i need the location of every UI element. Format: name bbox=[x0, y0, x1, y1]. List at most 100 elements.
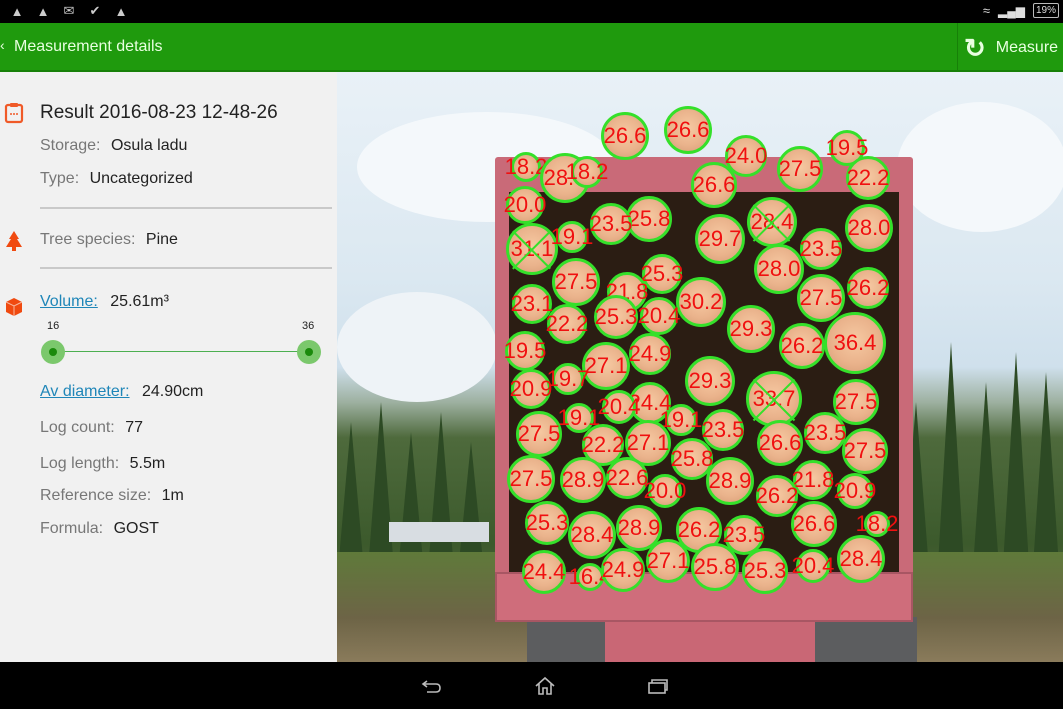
log-marker[interactable]: 26.6 bbox=[691, 162, 737, 208]
log-marker[interactable]: 23.5 bbox=[590, 203, 632, 245]
log-marker[interactable]: 25.8 bbox=[691, 543, 739, 591]
log-marker[interactable]: 26.6 bbox=[601, 112, 649, 160]
cleaner-icon: ▲ bbox=[36, 3, 50, 19]
log-marker[interactable]: 26.2 bbox=[756, 475, 798, 517]
home-button[interactable] bbox=[530, 674, 560, 698]
log-marker[interactable]: 28.0 bbox=[754, 244, 804, 294]
log-diameter-label: 20.4 bbox=[637, 303, 681, 328]
log-marker[interactable]: 20.0 bbox=[644, 474, 686, 508]
log-marker[interactable]: 25.3 bbox=[594, 295, 638, 339]
volume-value: 25.61m³ bbox=[110, 293, 169, 310]
log-marker[interactable]: 16.4 bbox=[569, 563, 611, 591]
log-marker[interactable]: 28.9 bbox=[560, 457, 606, 503]
log-marker[interactable]: 26.6 bbox=[791, 501, 837, 547]
log-diameter-label: 19.1 bbox=[659, 407, 703, 432]
log-marker[interactable]: 28.0 bbox=[845, 204, 893, 252]
log-diameter-label: 28.9 bbox=[708, 468, 752, 493]
log-marker[interactable]: 26.6 bbox=[757, 420, 803, 466]
formula-label: Formula: bbox=[40, 520, 104, 537]
log-marker[interactable]: 18.2 bbox=[566, 156, 608, 188]
log-marker[interactable]: 24.9 bbox=[629, 333, 671, 375]
log-diameter-label: 28.0 bbox=[757, 256, 801, 281]
log-marker[interactable]: 27.5 bbox=[777, 146, 823, 192]
log-marker[interactable]: 29.7 bbox=[695, 214, 745, 264]
formula-row: Formula: GOST bbox=[40, 520, 159, 538]
log-marker[interactable]: 23.5 bbox=[702, 409, 744, 451]
log-marker[interactable]: 24.9 bbox=[601, 548, 645, 592]
app-bar: ‹ Measurement details ↻ Measure bbox=[0, 23, 1063, 72]
log-marker[interactable]: 25.8 bbox=[626, 196, 672, 242]
storage-label: Storage: bbox=[40, 137, 101, 154]
log-marker[interactable]: 27.5 bbox=[552, 258, 600, 306]
log-diameter-label: 28.0 bbox=[847, 215, 891, 240]
log-marker[interactable]: 27.5 bbox=[842, 428, 888, 474]
log-marker[interactable]: 18.2 bbox=[505, 152, 547, 182]
log-diameter-label: 27.5 bbox=[778, 156, 822, 181]
log-diameter-label: 27.5 bbox=[509, 466, 553, 491]
log-marker[interactable]: 19.1 bbox=[660, 404, 702, 436]
back-arrow-icon[interactable]: ‹ bbox=[0, 37, 5, 53]
log-marker[interactable]: 25.3 bbox=[742, 548, 788, 594]
log-marker[interactable]: 26.2 bbox=[847, 267, 889, 309]
log-marker[interactable]: 20.0 bbox=[503, 186, 547, 224]
log-marker[interactable]: 27.5 bbox=[797, 274, 845, 322]
log-diameter-label: 25.3 bbox=[594, 304, 638, 329]
log-marker[interactable]: 29.3 bbox=[685, 356, 735, 406]
log-marker[interactable]: 18.2 bbox=[856, 511, 898, 537]
log-marker[interactable]: 21.8 bbox=[792, 460, 834, 500]
log-marker[interactable]: 27.5 bbox=[507, 455, 555, 503]
log-marker[interactable]: 26.2 bbox=[779, 323, 825, 369]
log-marker[interactable]: 36.4 bbox=[824, 312, 886, 374]
slider-min-thumb[interactable] bbox=[41, 340, 65, 364]
log-marker[interactable]: 20.4 bbox=[598, 390, 640, 424]
log-marker[interactable]: 19.5 bbox=[504, 331, 546, 371]
log-marker[interactable]: 25.3 bbox=[525, 501, 569, 545]
log-marker[interactable]: 23.5 bbox=[804, 412, 846, 454]
logcount-row: Log count: 77 bbox=[40, 419, 143, 437]
back-button[interactable] bbox=[417, 674, 447, 698]
slider-max-thumb[interactable] bbox=[297, 340, 321, 364]
log-marker[interactable]: 19.7 bbox=[547, 363, 589, 395]
recent-apps-button[interactable] bbox=[643, 674, 673, 698]
log-marker[interactable]: 22.2 bbox=[846, 156, 890, 200]
log-diameter-label: 27.1 bbox=[584, 353, 628, 378]
log-marker[interactable]: 19.1 bbox=[551, 221, 593, 253]
slider-track[interactable] bbox=[53, 351, 310, 352]
log-diameter-label: 26.2 bbox=[677, 517, 721, 542]
measurement-photo[interactable]: 26.6 26.6 18.2 28.9 18.2 24.0 27.5 19.5 26.6 22.2… bbox=[337, 72, 1063, 662]
log-diameter-label: 23.5 bbox=[799, 236, 843, 261]
log-marker[interactable]: 20.4 bbox=[637, 297, 681, 335]
log-marker[interactable]: 30.2 bbox=[676, 277, 726, 327]
page-title: Measurement details bbox=[14, 38, 163, 55]
log-marker[interactable]: 20.9 bbox=[834, 473, 876, 509]
log-marker[interactable]: 24.4 bbox=[522, 550, 566, 594]
measure-button[interactable]: ↻ Measure bbox=[958, 23, 1063, 72]
log-marker[interactable]: 26.6 bbox=[664, 106, 712, 154]
logcount-value: 77 bbox=[125, 419, 143, 436]
diameter-range-slider[interactable]: 16 36 bbox=[40, 320, 325, 380]
log-marker[interactable]: 27.1 bbox=[646, 539, 690, 583]
avdiameter-row: Av diameter: 24.90cm bbox=[40, 383, 203, 401]
log-marker[interactable]: 28.9 bbox=[706, 457, 754, 505]
cube-icon bbox=[5, 298, 23, 316]
log-marker[interactable]: 22.2 bbox=[546, 304, 588, 344]
log-diameter-label: 20.0 bbox=[503, 192, 547, 217]
log-diameter-label: 23.5 bbox=[803, 420, 847, 445]
log-diameter-label: 27.5 bbox=[799, 285, 843, 310]
volume-link[interactable]: Volume: bbox=[40, 293, 98, 310]
av-diameter-link[interactable]: Av diameter: bbox=[40, 383, 130, 400]
refresh-icon: ↻ bbox=[964, 32, 986, 63]
log-diameter-label: 20.9 bbox=[509, 376, 553, 401]
log-diameter-label: 27.5 bbox=[843, 438, 887, 463]
log-diameter-label: 33.7 bbox=[752, 386, 796, 411]
log-marker[interactable]: 29.3 bbox=[727, 305, 775, 353]
log-marker[interactable]: 22.6 bbox=[606, 457, 648, 499]
log-marker[interactable]: 20.4 bbox=[792, 549, 834, 583]
log-marker[interactable]: 27.5 bbox=[516, 411, 562, 457]
log-marker[interactable]: 28.4 bbox=[837, 535, 885, 583]
log-marker-excluded[interactable]: 28.4 bbox=[747, 197, 797, 247]
log-diameter-label: 20.9 bbox=[833, 478, 877, 503]
log-marker[interactable]: 23.5 bbox=[800, 228, 842, 270]
log-marker-excluded[interactable]: 33.7 bbox=[746, 371, 802, 427]
log-marker[interactable]: 20.9 bbox=[509, 369, 553, 409]
